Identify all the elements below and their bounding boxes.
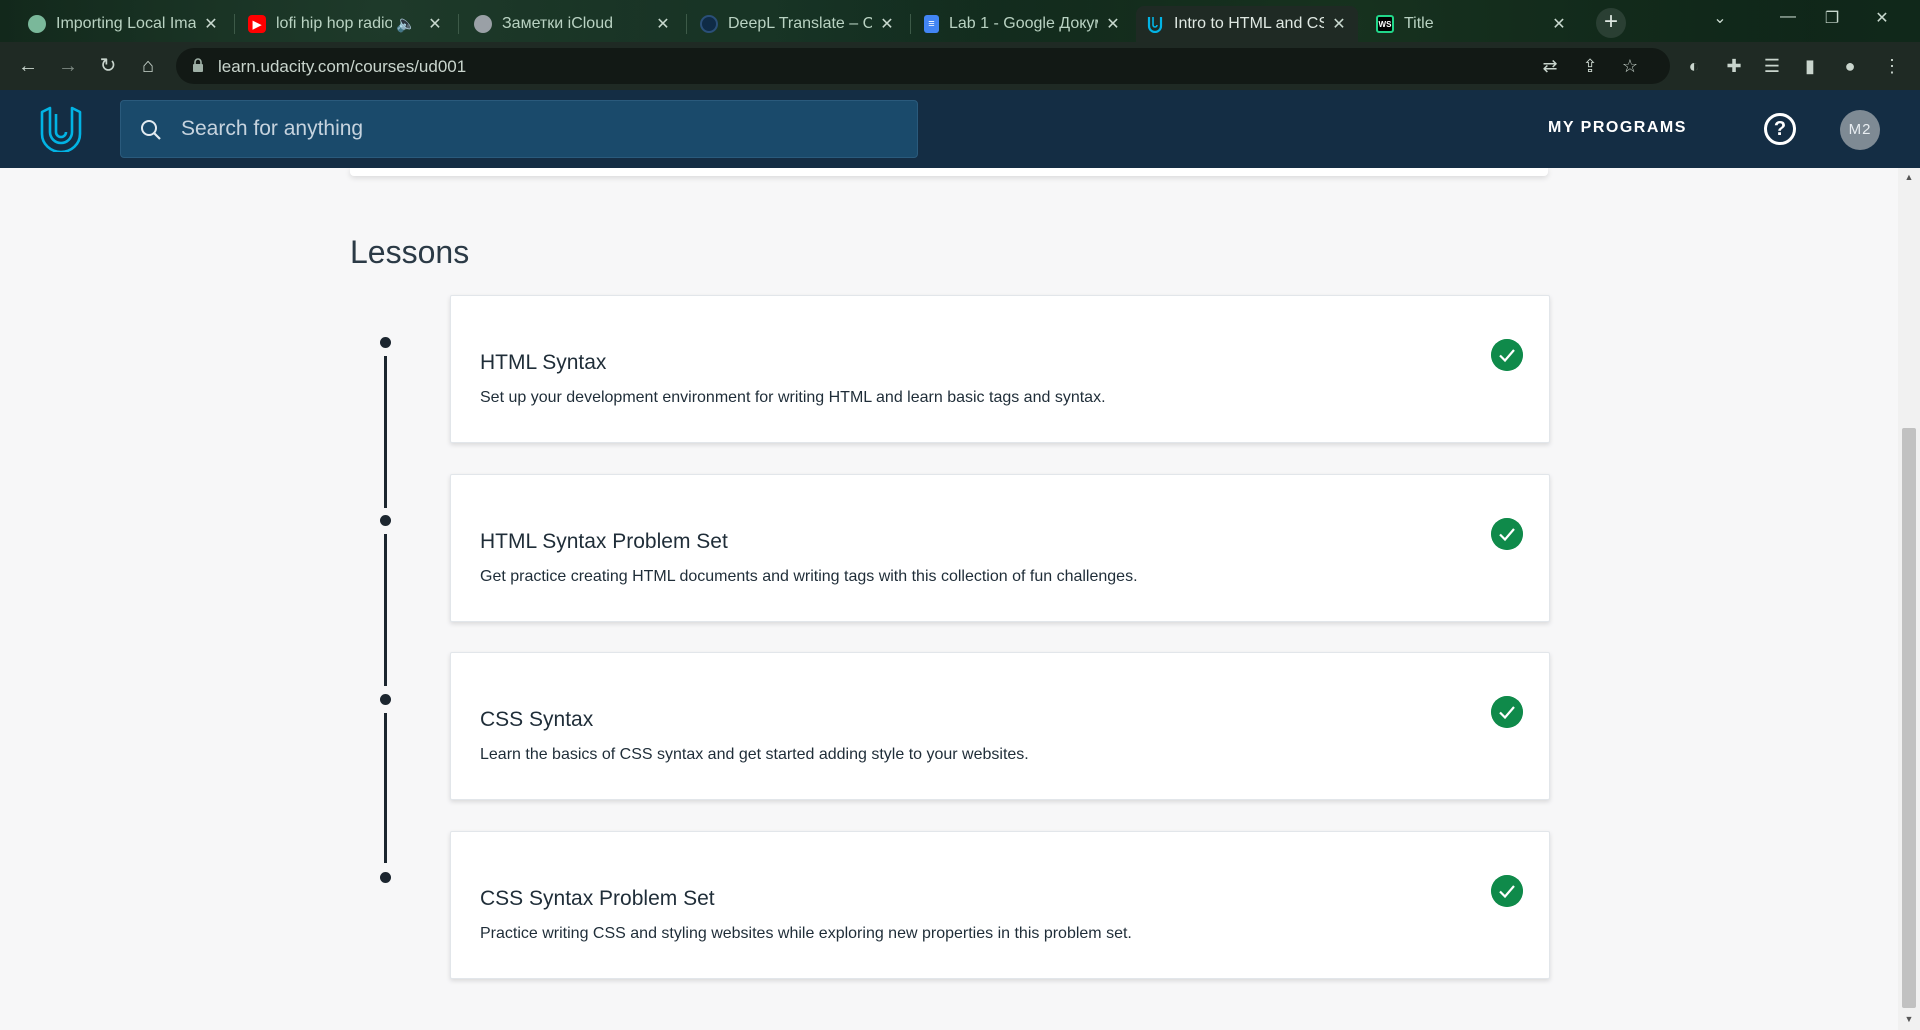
menu-kebab-icon[interactable]: ⋮: [1880, 54, 1904, 78]
tab-title: lofi hip hop radio: [276, 15, 393, 32]
puzzle-extensions-icon[interactable]: ✚: [1722, 54, 1746, 78]
lesson-card[interactable]: HTML Syntax Problem Set Get practice cre…: [450, 474, 1550, 622]
browser-toolbar: ← → ↻ ⌂ learn.udacity.com/courses/ud001 …: [0, 42, 1920, 90]
address-bar[interactable]: learn.udacity.com/courses/ud001 ⇄ ⇪ ☆: [176, 48, 1670, 84]
timeline-dot: [380, 872, 391, 883]
main-content: Lessons HTML Syntax Set up your developm…: [0, 168, 1898, 1030]
tab-title: Intro to HTML and CS: [1174, 15, 1324, 32]
close-icon[interactable]: ✕: [878, 14, 896, 34]
back-icon[interactable]: ←: [14, 52, 42, 80]
media-queue-icon[interactable]: ☰: [1760, 54, 1784, 78]
restore-icon[interactable]: ❐: [1812, 8, 1852, 28]
tab-separator: [686, 14, 687, 34]
window-close-icon[interactable]: ✕: [1862, 8, 1902, 28]
tab-title: Importing Local Imag: [56, 15, 196, 32]
browser-tab-5[interactable]: Intro to HTML and CS ✕: [1136, 6, 1358, 42]
lock-icon: [193, 58, 203, 72]
timeline-dot: [380, 515, 391, 526]
browser-tab-6[interactable]: WS Title ✕: [1366, 6, 1578, 42]
tab-separator: [458, 14, 459, 34]
timeline-dot: [380, 337, 391, 348]
close-icon[interactable]: ✕: [654, 14, 672, 34]
lesson-card[interactable]: CSS Syntax Problem Set Practice writing …: [450, 831, 1550, 979]
site-header: MY PROGRAMS ? M2: [0, 90, 1920, 168]
lesson-description: Get practice creating HTML documents and…: [480, 568, 1138, 585]
browser-tab-bar: Importing Local Imag ✕ ▶ lofi hip hop ra…: [0, 0, 1920, 42]
tab-search-icon[interactable]: ⌄: [1700, 8, 1740, 28]
close-icon[interactable]: ✕: [1550, 14, 1568, 34]
lesson-description: Learn the basics of CSS syntax and get s…: [480, 746, 1029, 763]
profile-icon[interactable]: ●: [1838, 54, 1862, 78]
new-tab-button[interactable]: +: [1596, 8, 1626, 38]
completed-check-icon: [1491, 696, 1523, 728]
browser-tab-2[interactable]: Заметки iCloud ✕: [464, 6, 682, 42]
tab-title: Заметки iCloud: [502, 15, 613, 32]
page-scrollbar[interactable]: ▲ ▼: [1898, 168, 1920, 1030]
timeline-line: [384, 534, 387, 686]
lesson-card[interactable]: HTML Syntax Set up your development envi…: [450, 295, 1550, 443]
completed-check-icon: [1491, 875, 1523, 907]
youtube-icon: ▶: [248, 15, 266, 33]
lesson-title: CSS Syntax: [480, 708, 594, 731]
udacity-icon: [1146, 15, 1164, 33]
completed-check-icon: [1491, 518, 1523, 550]
search-box[interactable]: [120, 100, 918, 158]
my-programs-link[interactable]: MY PROGRAMS: [1548, 119, 1687, 137]
browser-tab-1[interactable]: ▶ lofi hip hop radio 🔈 ✕: [238, 6, 454, 42]
close-icon[interactable]: ✕: [426, 14, 444, 34]
apple-icon: [474, 15, 492, 33]
webstorm-icon: WS: [1376, 15, 1394, 33]
close-icon[interactable]: ✕: [1104, 14, 1122, 34]
bookmark-star-icon[interactable]: ☆: [1618, 54, 1642, 78]
lesson-card[interactable]: CSS Syntax Learn the basics of CSS synta…: [450, 652, 1550, 800]
translate-icon[interactable]: ⇄: [1538, 54, 1562, 78]
browser-tab-0[interactable]: Importing Local Imag ✕: [18, 6, 230, 42]
tab-title: Lab 1 - Google Докум: [949, 15, 1098, 32]
minimize-icon[interactable]: —: [1768, 8, 1808, 26]
browser-tab-3[interactable]: DeepL Translate – Сам ✕: [690, 6, 906, 42]
tab-separator: [910, 14, 911, 34]
google-docs-icon: ≡: [924, 15, 939, 33]
browser-tab-4[interactable]: ≡ Lab 1 - Google Докум ✕: [914, 6, 1132, 42]
lesson-title: HTML Syntax Problem Set: [480, 530, 728, 553]
section-title: Lessons: [350, 234, 470, 270]
search-input[interactable]: [181, 101, 881, 157]
share-icon[interactable]: ⇪: [1578, 54, 1602, 78]
side-panel-icon[interactable]: ▮: [1798, 54, 1822, 78]
deepl-icon: [700, 15, 718, 33]
completed-check-icon: [1491, 339, 1523, 371]
lesson-title: HTML Syntax: [480, 351, 607, 374]
previous-card-edge: [350, 168, 1548, 176]
extension-icon[interactable]: ◐: [1682, 54, 1706, 78]
scroll-up-arrow-icon[interactable]: ▲: [1904, 172, 1914, 182]
close-icon[interactable]: ✕: [1330, 14, 1348, 34]
tab-title: DeepL Translate – Сам: [728, 15, 872, 32]
reload-icon[interactable]: ↻: [94, 52, 122, 80]
timeline-dot: [380, 694, 391, 705]
search-icon: [141, 120, 161, 140]
lesson-description: Practice writing CSS and styling website…: [480, 925, 1132, 942]
home-icon[interactable]: ⌂: [134, 52, 162, 80]
tab-separator: [234, 14, 235, 34]
url-text: learn.udacity.com/courses/ud001: [218, 57, 467, 76]
udacity-logo-icon[interactable]: [38, 106, 84, 152]
lesson-description: Set up your development environment for …: [480, 389, 1106, 406]
tab-title: Title: [1404, 15, 1434, 32]
avatar[interactable]: M2: [1840, 110, 1880, 150]
help-icon[interactable]: ?: [1764, 113, 1796, 145]
scrollbar-thumb[interactable]: [1902, 428, 1916, 1008]
speaker-icon[interactable]: 🔈: [396, 14, 416, 34]
timeline-line: [384, 356, 387, 508]
forward-icon[interactable]: →: [54, 52, 82, 80]
lesson-title: CSS Syntax Problem Set: [480, 887, 715, 910]
timeline-line: [384, 713, 387, 863]
openai-icon: [28, 15, 46, 33]
close-icon[interactable]: ✕: [202, 14, 220, 34]
scroll-down-arrow-icon[interactable]: ▼: [1904, 1014, 1914, 1024]
